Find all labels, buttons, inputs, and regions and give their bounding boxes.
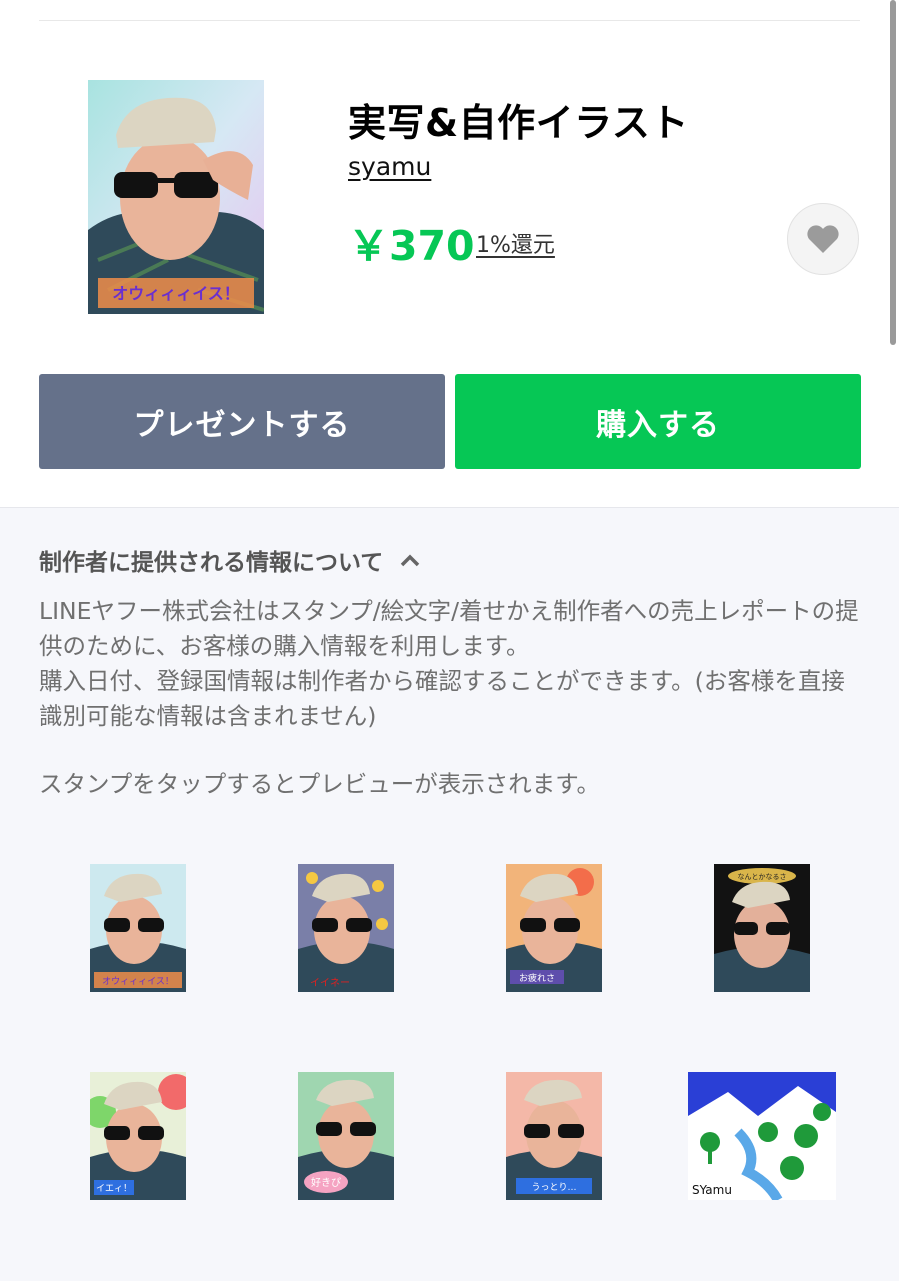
sticker-3[interactable]: お疲れさ — [506, 864, 602, 992]
sticker-2-caption: イイネー — [310, 977, 350, 989]
thumbnail-caption: オウィィィイス！ — [112, 284, 240, 303]
creator-link[interactable]: syamu — [348, 152, 431, 181]
sticker-5-caption: イエィ！ — [96, 1183, 132, 1194]
chevron-up-icon — [401, 554, 420, 567]
sticker-1[interactable]: オウィィィイス！ — [90, 864, 186, 992]
cashback-link[interactable]: 1%還元 — [476, 227, 555, 259]
sticker-2[interactable]: イイネー — [298, 864, 394, 992]
gift-button[interactable]: プレゼントする — [39, 374, 445, 469]
sticker-4-caption: なんとかなるさ — [738, 873, 787, 881]
sticker-1-caption: オウィィィイス！ — [102, 976, 174, 987]
preview-note: スタンプをタップするとプレビューが表示されます。 — [39, 770, 600, 798]
sticker-4[interactable]: なんとかなるさ — [714, 864, 810, 992]
product-title: 実写&自作イラスト — [348, 101, 689, 145]
sticker-3-caption: お疲れさ — [519, 972, 555, 984]
favorite-button[interactable] — [787, 203, 859, 275]
scrollbar[interactable] — [890, 0, 896, 345]
info-heading-text: 制作者に提供される情報について — [39, 550, 384, 576]
product-thumbnail[interactable]: オウィィィイス！ — [88, 80, 264, 314]
sticker-6[interactable]: 好きぴ — [298, 1072, 394, 1200]
price: ￥370 — [348, 222, 475, 270]
sticker-8[interactable]: SYamu — [688, 1072, 836, 1200]
info-paragraph-2: 購入日付、登録国情報は制作者から確認することができます。(お客様を直接識別可能な… — [39, 667, 845, 730]
info-paragraph-1: LINEヤフー株式会社はスタンプ/絵文字/着せかえ制作者への売上レポートの提供の… — [39, 597, 859, 660]
sticker-7-caption: うっとり… — [531, 1182, 576, 1193]
info-toggle[interactable]: 制作者に提供される情報について — [39, 543, 421, 577]
sticker-5[interactable]: イエィ！ — [90, 1072, 186, 1200]
top-divider — [39, 20, 860, 21]
sticker-8-caption: SYamu — [692, 1183, 732, 1197]
sticker-7[interactable]: うっとり… — [506, 1072, 602, 1200]
buy-button[interactable]: 購入する — [455, 374, 861, 469]
sticker-6-caption: 好きぴ — [311, 1177, 341, 1189]
heart-icon — [807, 225, 839, 253]
info-body: LINEヤフー株式会社はスタンプ/絵文字/着せかえ制作者への売上レポートの提供の… — [39, 594, 859, 734]
